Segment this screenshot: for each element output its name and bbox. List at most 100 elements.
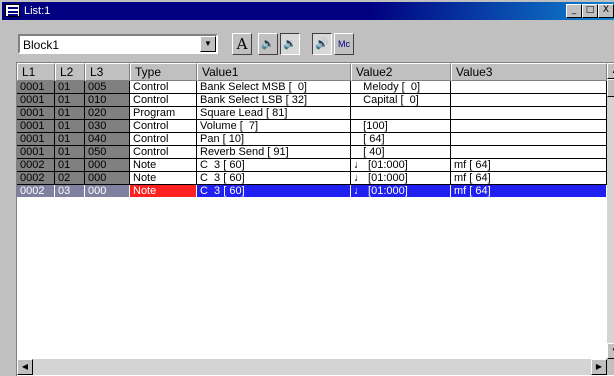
cell-type[interactable]: Note (130, 159, 197, 172)
cell-value3[interactable]: mf [ 64] (451, 172, 607, 185)
cell-l1[interactable]: 0001 (17, 146, 55, 159)
cell-value3[interactable] (451, 81, 607, 94)
title-bar[interactable]: List:1 _ □ X (2, 2, 614, 20)
chevron-down-icon[interactable]: ▼ (200, 36, 216, 52)
cell-l2[interactable]: 01 (55, 81, 85, 94)
cell-value1[interactable]: Pan [ 10] (197, 133, 351, 146)
table-row[interactable]: 0001 01 030 Control Volume [ 7] [100] (17, 120, 607, 133)
cell-l2[interactable]: 01 (55, 159, 85, 172)
font-button[interactable]: A (232, 33, 252, 55)
cell-value3[interactable] (451, 133, 607, 146)
scroll-left-icon[interactable]: ◀ (17, 359, 33, 375)
table-row[interactable]: 0002 03 000 Note C 3 [ 60] ♩ [01:000] mf [ 64] (17, 185, 607, 198)
cell-l1[interactable]: 0002 (17, 172, 55, 185)
column-header-l2[interactable]: L2 (55, 63, 85, 81)
column-header-value2[interactable]: Value2 (351, 63, 451, 81)
cell-type[interactable]: Control (130, 133, 197, 146)
cell-value1[interactable]: C 3 [ 60] (197, 159, 351, 172)
column-header-l3[interactable]: L3 (85, 63, 130, 81)
cell-value3[interactable]: mf [ 64] (451, 159, 607, 172)
cell-value2[interactable]: ♩ [01:000] (351, 159, 451, 172)
cell-value1[interactable]: C 3 [ 60] (197, 185, 351, 198)
column-header-l1[interactable]: L1 (17, 63, 55, 81)
cell-l3[interactable]: 030 (85, 120, 130, 133)
cell-value2[interactable] (351, 107, 451, 120)
cell-value1[interactable]: C 3 [ 60] (197, 172, 351, 185)
cell-l2[interactable]: 01 (55, 146, 85, 159)
cell-l1[interactable]: 0001 (17, 94, 55, 107)
cell-l1[interactable]: 0001 (17, 107, 55, 120)
cell-value2[interactable]: Capital [ 0] (351, 94, 451, 107)
cell-value2[interactable]: ♩ [01:000] (351, 185, 451, 198)
cell-value1[interactable]: Reverb Send [ 91] (197, 146, 351, 159)
cell-value1[interactable]: Bank Select MSB [ 0] (197, 81, 351, 94)
resize-grip[interactable] (607, 359, 614, 375)
cell-type[interactable]: Control (130, 81, 197, 94)
cell-type[interactable]: Note (130, 185, 197, 198)
cell-type[interactable]: Control (130, 146, 197, 159)
cell-value1[interactable]: Bank Select LSB [ 32] (197, 94, 351, 107)
block-select[interactable]: Block1 ▼ (18, 34, 218, 54)
column-header-value1[interactable]: Value1 (197, 63, 351, 81)
speaker-play-button[interactable]: 🔊 (312, 33, 332, 55)
cell-value2[interactable]: [ 40] (351, 146, 451, 159)
cell-l3[interactable]: 050 (85, 146, 130, 159)
horizontal-scrollbar[interactable]: ◀ ▶ (17, 359, 614, 375)
cell-l2[interactable]: 01 (55, 133, 85, 146)
cell-value2[interactable]: ♩ [01:000] (351, 172, 451, 185)
cell-l2[interactable]: 01 (55, 107, 85, 120)
restore-button[interactable]: □ (582, 4, 598, 18)
cell-type[interactable]: Program (130, 107, 197, 120)
cell-type[interactable]: Control (130, 120, 197, 133)
cell-l3[interactable]: 010 (85, 94, 130, 107)
cell-l3[interactable]: 000 (85, 185, 130, 198)
cell-l2[interactable]: 01 (55, 120, 85, 133)
cell-l1[interactable]: 0002 (17, 185, 55, 198)
cell-value2[interactable]: Melody [ 0] (351, 81, 451, 94)
cell-value2[interactable]: [ 64] (351, 133, 451, 146)
cell-l3[interactable]: 000 (85, 172, 130, 185)
cell-type[interactable]: Control (130, 94, 197, 107)
cell-l2[interactable]: 01 (55, 94, 85, 107)
mc-button[interactable]: Mc (334, 33, 354, 55)
app-icon[interactable] (5, 4, 20, 17)
cell-l1[interactable]: 0001 (17, 133, 55, 146)
cell-value1[interactable]: Volume [ 7] (197, 120, 351, 133)
cell-type[interactable]: Note (130, 172, 197, 185)
cell-value3[interactable] (451, 94, 607, 107)
speaker-in-button[interactable]: 🔈 (258, 33, 278, 55)
table-row[interactable]: 0001 01 050 Control Reverb Send [ 91] [ 40] (17, 146, 607, 159)
cell-value3[interactable] (451, 107, 607, 120)
cell-l3[interactable]: 000 (85, 159, 130, 172)
cell-l2[interactable]: 02 (55, 172, 85, 185)
vertical-scroll-thumb[interactable] (607, 79, 614, 97)
scroll-down-icon[interactable]: ▼ (607, 343, 614, 359)
table-row[interactable]: 0001 01 010 Control Bank Select LSB [ 32] Ca… (17, 94, 607, 107)
table-row[interactable]: 0001 01 005 Control Bank Select MSB [ 0] Mel… (17, 81, 607, 94)
scroll-right-icon[interactable]: ▶ (591, 359, 607, 375)
column-header-row: L1 L2 L3 Type Value1 Value2 Value3 (17, 63, 607, 81)
minimize-button[interactable]: _ (566, 4, 582, 18)
cell-value1[interactable]: Square Lead [ 81] (197, 107, 351, 120)
speaker-out-button[interactable]: 🔉 (280, 33, 300, 55)
cell-l1[interactable]: 0001 (17, 120, 55, 133)
cell-l3[interactable]: 005 (85, 81, 130, 94)
cell-l1[interactable]: 0001 (17, 81, 55, 94)
scroll-up-icon[interactable]: ▲ (607, 63, 614, 79)
table-row[interactable]: 0002 02 000 Note C 3 [ 60] ♩ [01:000] mf [ 64] (17, 172, 607, 185)
cell-l1[interactable]: 0002 (17, 159, 55, 172)
cell-l2[interactable]: 03 (55, 185, 85, 198)
column-header-type[interactable]: Type (130, 63, 197, 81)
cell-value2[interactable]: [100] (351, 120, 451, 133)
table-row[interactable]: 0001 01 020 Program Square Lead [ 81] (17, 107, 607, 120)
cell-value3[interactable] (451, 146, 607, 159)
cell-value3[interactable]: mf [ 64] (451, 185, 607, 198)
close-button[interactable]: X (598, 4, 614, 18)
cell-l3[interactable]: 040 (85, 133, 130, 146)
table-row[interactable]: 0001 01 040 Control Pan [ 10] [ 64] (17, 133, 607, 146)
cell-value3[interactable] (451, 120, 607, 133)
cell-l3[interactable]: 020 (85, 107, 130, 120)
table-row[interactable]: 0002 01 000 Note C 3 [ 60] ♩ [01:000] mf [ 64] (17, 159, 607, 172)
column-header-value3[interactable]: Value3 (451, 63, 607, 81)
vertical-scrollbar[interactable]: ▲ ▼ (607, 63, 614, 359)
